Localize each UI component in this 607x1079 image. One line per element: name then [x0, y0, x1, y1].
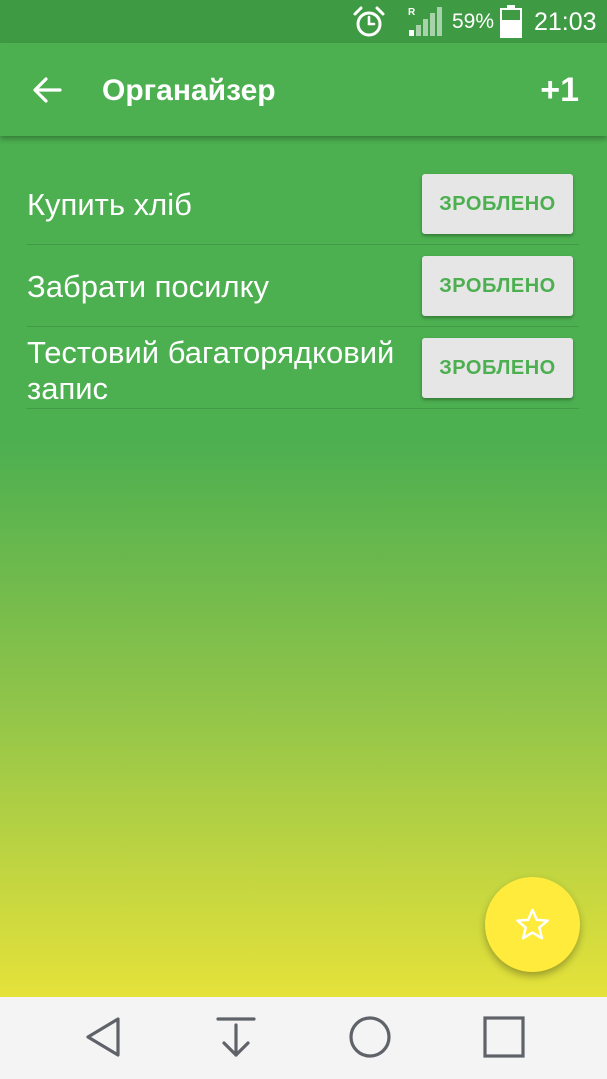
status-bar: R 59% 21:03	[0, 0, 607, 43]
status-clock: 21:03	[534, 8, 597, 36]
list-item: Забрати посилку ЗРОБЛЕНО	[27, 245, 579, 327]
task-text: Тестовий багаторядковий запис	[27, 335, 395, 406]
home-circle-icon[interactable]	[348, 1015, 392, 1059]
recents-square-icon[interactable]	[482, 1015, 526, 1059]
favorite-fab-button[interactable]	[485, 877, 580, 972]
list-item: Купить хліб ЗРОБЛЕНО	[27, 163, 579, 245]
notifications-pull-icon[interactable]	[214, 1015, 258, 1059]
task-text: Купить хліб	[27, 187, 192, 222]
battery-percent: 59%	[452, 10, 495, 33]
done-button[interactable]: ЗРОБЛЕНО	[422, 338, 573, 398]
task-text: Забрати посилку	[27, 269, 269, 304]
battery-icon	[500, 5, 522, 38]
roaming-indicator: R	[408, 7, 416, 18]
signal-icon: R	[408, 7, 442, 36]
done-button[interactable]: ЗРОБЛЕНО	[422, 256, 573, 316]
list-item: Тестовий багаторядковий запис ЗРОБЛЕНО	[27, 327, 579, 409]
alarm-icon	[353, 6, 385, 37]
add-plus-one-button[interactable]: +1	[540, 70, 579, 110]
navigation-bar	[0, 997, 607, 1079]
done-button[interactable]: ЗРОБЛЕНО	[422, 174, 573, 234]
back-triangle-icon[interactable]	[82, 1015, 126, 1059]
back-arrow-icon[interactable]	[24, 67, 70, 113]
star-outline-icon	[516, 908, 549, 940]
screen: R 59% 21:03 Органайзер +1 Купить хліб ЗР…	[0, 0, 607, 1079]
app-bar: Органайзер +1	[0, 43, 607, 136]
page-title: Органайзер	[102, 74, 276, 107]
task-list: Купить хліб ЗРОБЛЕНО Забрати посилку ЗРО…	[27, 163, 579, 409]
